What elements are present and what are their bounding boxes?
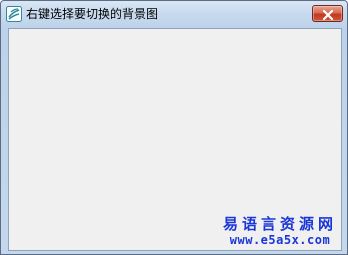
window-title: 右键选择要切换的背景图 [26, 7, 159, 21]
title-bar[interactable]: 右键选择要切换的背景图 [1, 1, 347, 27]
close-icon [322, 8, 334, 21]
watermark-url: www.e5a5x.com [229, 233, 331, 247]
app-logo-icon[interactable] [6, 6, 22, 22]
close-button[interactable] [312, 5, 343, 22]
watermark-site-name: 易语言资源网 [222, 215, 337, 233]
app-window: 右键选择要切换的背景图 易语言资源网 www.e5a5x.com [0, 0, 348, 255]
watermark: 易语言资源网 www.e5a5x.com [223, 215, 337, 248]
client-area[interactable]: 易语言资源网 www.e5a5x.com [8, 28, 342, 251]
